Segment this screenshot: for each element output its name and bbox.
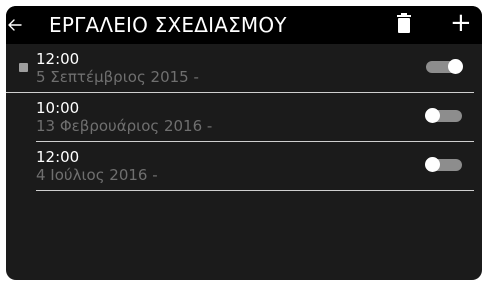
page-title: ΕΡΓΑΛΕΙΟ ΣΧΕΔΙΑΣΜΟΥ — [49, 13, 287, 37]
schedule-toggle[interactable] — [425, 157, 462, 172]
schedule-list: 12:00 5 Σεπτέμβριος 2015 - 10:00 13 Φεβρ… — [6, 44, 482, 191]
app-screen: ΕΡΓΑΛΕΙΟ ΣΧΕΔΙΑΣΜΟΥ + 12:00 5 Σεπτέμβριο… — [6, 6, 482, 280]
top-bar: ΕΡΓΑΛΕΙΟ ΣΧΕΔΙΑΣΜΟΥ + — [6, 6, 482, 44]
arrow-left-icon[interactable] — [6, 16, 24, 34]
schedule-date: 13 Φεβρουάριος 2016 - — [36, 117, 213, 135]
selection-square[interactable] — [19, 63, 28, 72]
schedule-time: 12:00 — [36, 50, 80, 68]
plus-icon[interactable]: + — [450, 10, 472, 36]
schedule-toggle[interactable] — [425, 108, 462, 123]
schedule-time: 12:00 — [36, 148, 80, 166]
schedule-row[interactable]: 10:00 13 Φεβρουάριος 2016 - — [36, 93, 474, 142]
toggle-knob — [448, 59, 463, 74]
toggle-knob — [425, 157, 440, 172]
schedule-date: 4 Ιούλιος 2016 - — [36, 166, 158, 184]
toggle-knob — [425, 108, 440, 123]
schedule-row[interactable]: 12:00 4 Ιούλιος 2016 - — [36, 142, 474, 191]
trash-icon[interactable] — [397, 12, 411, 34]
schedule-row[interactable]: 12:00 5 Σεπτέμβριος 2015 - — [6, 44, 474, 93]
schedule-toggle[interactable] — [426, 59, 463, 74]
schedule-time: 10:00 — [36, 99, 80, 117]
empty-space — [6, 270, 482, 280]
schedule-date: 5 Σεπτέμβριος 2015 - — [36, 68, 199, 86]
